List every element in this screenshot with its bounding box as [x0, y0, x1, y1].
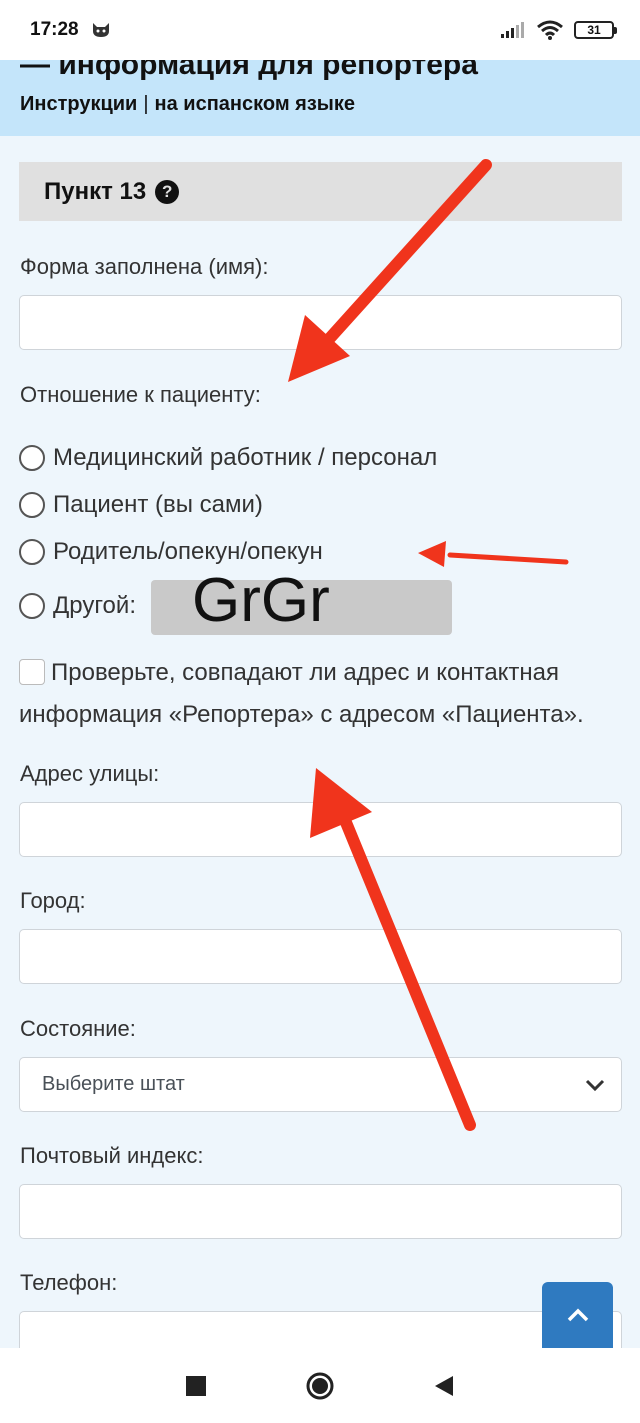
state-select-value: Выберите штат — [42, 1073, 185, 1095]
status-right: 31 — [500, 20, 617, 40]
filled-by-label: Форма заполнена (имя): — [20, 254, 269, 279]
zip-input[interactable] — [19, 1184, 622, 1239]
status-left: 17:28 — [30, 19, 111, 41]
circle-icon[interactable] — [305, 1371, 335, 1401]
radio-button[interactable] — [19, 539, 45, 565]
header-separator: | — [143, 93, 149, 115]
signal-icon — [501, 22, 524, 38]
state-label: Состояние: — [20, 1016, 136, 1041]
instructions-link[interactable]: Инструкции — [20, 93, 137, 115]
page-header: — информация для репортера Инструкции | на… — [0, 60, 640, 136]
relation-label: Отношение к пациенту: — [20, 382, 261, 407]
status-time: 17:28 — [30, 19, 79, 40]
spanish-link[interactable]: на испанском языке — [155, 93, 355, 115]
triangle-back-icon[interactable] — [433, 1374, 455, 1398]
radio-label: Родитель/опекун/опекун — [53, 538, 323, 565]
section-header: Пункт 13 ? — [19, 162, 622, 221]
battery-icon: 31 — [574, 21, 617, 39]
phone-input[interactable] — [19, 1311, 622, 1348]
same-address-text: Проверьте, совпадают ли адрес и контактн… — [19, 659, 584, 728]
cat-notification-icon — [92, 23, 109, 37]
header-links: Инструкции | на испанском языке — [20, 93, 355, 116]
android-nav-bar — [0, 1348, 640, 1423]
help-icon[interactable]: ? — [155, 179, 180, 204]
radio-button[interactable] — [19, 445, 45, 471]
radio-option-other[interactable]: Другой: — [19, 592, 136, 620]
city-input[interactable] — [19, 929, 622, 984]
scroll-top-button[interactable] — [542, 1282, 613, 1348]
section-title: Пункт 13 — [44, 177, 147, 205]
radio-option-patient[interactable]: Пациент (вы сами) — [19, 491, 263, 519]
radio-label: Пациент (вы сами) — [53, 491, 263, 518]
other-relation-input[interactable]: GrGr — [151, 570, 452, 635]
same-address-checkbox[interactable] — [19, 659, 45, 685]
zip-label: Почтовый индекс: — [20, 1143, 204, 1168]
chevron-up-icon — [567, 1308, 588, 1322]
radio-label: Медицинский работник / персонал — [53, 444, 438, 471]
wifi-icon — [537, 20, 563, 40]
radio-option-parent[interactable]: Родитель/опекун/опекун — [19, 538, 323, 566]
radio-button[interactable] — [19, 492, 45, 518]
city-label: Город: — [20, 888, 86, 913]
state-select[interactable]: Выберите штат — [19, 1057, 622, 1112]
annotation-arrow — [418, 541, 569, 567]
radio-option-medical[interactable]: Медицинский работник / персонал — [19, 444, 437, 472]
square-icon[interactable] — [185, 1375, 207, 1397]
status-bar: 17:28 31 — [0, 0, 640, 60]
street-label: Адрес улицы: — [20, 761, 160, 786]
radio-label: Другой: — [53, 592, 136, 619]
page-title: — информация для репортера — [20, 60, 478, 81]
street-input[interactable] — [19, 802, 622, 857]
chevron-down-icon — [585, 1079, 605, 1091]
filled-by-input[interactable] — [19, 295, 622, 350]
phone-label: Телефон: — [20, 1270, 118, 1295]
radio-button[interactable] — [19, 593, 45, 619]
